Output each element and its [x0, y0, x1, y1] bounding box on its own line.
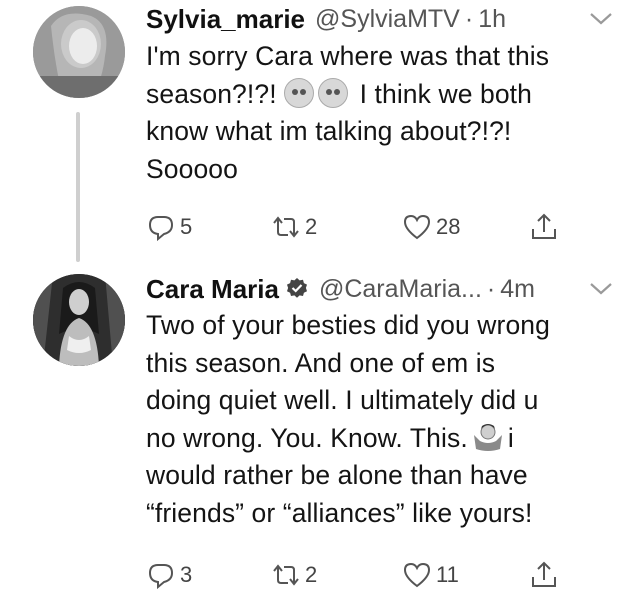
tweet-text-line: know what im talking about?!?!	[146, 116, 512, 146]
share-icon	[532, 213, 556, 239]
tweet-text-line: doing quiet well. I ultimately did u	[146, 385, 539, 415]
avatar[interactable]	[33, 6, 125, 98]
retweet-button[interactable]: 2	[271, 560, 317, 590]
retweet-count: 2	[305, 214, 318, 239]
tweet-text-line: i	[507, 422, 514, 453]
username[interactable]: @SylviaMTV	[315, 5, 460, 34]
tweet-text-line: no wrong. You. Know. This.	[146, 422, 468, 453]
username[interactable]: @CaraMaria...	[319, 275, 482, 304]
share-icon	[532, 561, 556, 587]
tweet-text-line: Sooooo	[146, 153, 238, 184]
reply-count: 3	[180, 562, 193, 587]
avatar-photo	[33, 6, 125, 98]
like-count: 28	[436, 214, 461, 239]
like-count: 11	[436, 562, 459, 587]
person-shrugging-emoji	[473, 423, 502, 451]
reply-button[interactable]: 3	[146, 560, 192, 590]
share-button[interactable]	[529, 560, 559, 590]
timestamp[interactable]: 4m	[500, 275, 535, 304]
like-button[interactable]: 28	[402, 212, 460, 242]
retweet-count: 2	[305, 562, 318, 587]
reply-count: 5	[180, 214, 193, 239]
reply-icon	[148, 216, 174, 242]
chevron-down-icon[interactable]	[588, 280, 614, 298]
tweet-text-line: Two of your besties did you wrong	[146, 310, 550, 340]
tweet-text-line: season?!?!	[146, 78, 277, 109]
heart-icon	[403, 562, 431, 588]
retweet-icon	[273, 564, 299, 586]
timestamp[interactable]: 1h	[478, 5, 506, 34]
tweet-actions: 5 2 28	[146, 212, 618, 248]
avatar[interactable]	[33, 274, 125, 366]
tweet-text-line: this season. And one of em is	[146, 347, 496, 378]
tweet-text-line: I'm sorry Cara where was that this	[146, 41, 550, 71]
reply-button[interactable]: 5	[146, 212, 192, 242]
retweet-button[interactable]: 2	[271, 212, 317, 242]
tweet-text-line: would rather be alone than have	[146, 460, 528, 490]
reply-icon	[148, 564, 174, 590]
tweet-text: I'm sorry Cara where was that this seaso…	[146, 38, 618, 188]
tweet-actions: 3 2 11	[146, 560, 618, 596]
tweet-header: Cara Maria @CaraMaria... · 4m	[146, 272, 618, 306]
face-with-rolling-eyes-emoji	[284, 77, 315, 108]
tweet-text: Two of your besties did you wrong this s…	[146, 307, 618, 532]
retweet-icon	[273, 216, 299, 238]
tweet-text-line: “friends” or “alliances” like yours!	[146, 497, 533, 528]
verified-badge-icon	[286, 278, 307, 298]
avatar-photo	[33, 274, 125, 366]
share-button[interactable]	[529, 212, 559, 242]
tweet-header: Sylvia_marie @SylviaMTV · 1h	[146, 2, 618, 36]
tweet[interactable]: Cara Maria @CaraMaria... · 4m Two of you…	[0, 262, 640, 597]
tweet[interactable]: Sylvia_marie @SylviaMTV · 1h I'm sorry C…	[0, 0, 640, 262]
thread-line	[76, 112, 80, 262]
display-name[interactable]: Cara Maria	[146, 274, 279, 305]
heart-icon	[403, 214, 431, 240]
separator: ·	[486, 274, 496, 303]
like-button[interactable]: 11	[402, 560, 459, 590]
chevron-down-icon[interactable]	[588, 10, 614, 28]
display-name[interactable]: Sylvia_marie	[146, 4, 305, 35]
face-with-rolling-eyes-emoji	[318, 77, 349, 108]
separator: ·	[464, 4, 474, 33]
tweet-text-line: I think we both	[359, 78, 532, 109]
